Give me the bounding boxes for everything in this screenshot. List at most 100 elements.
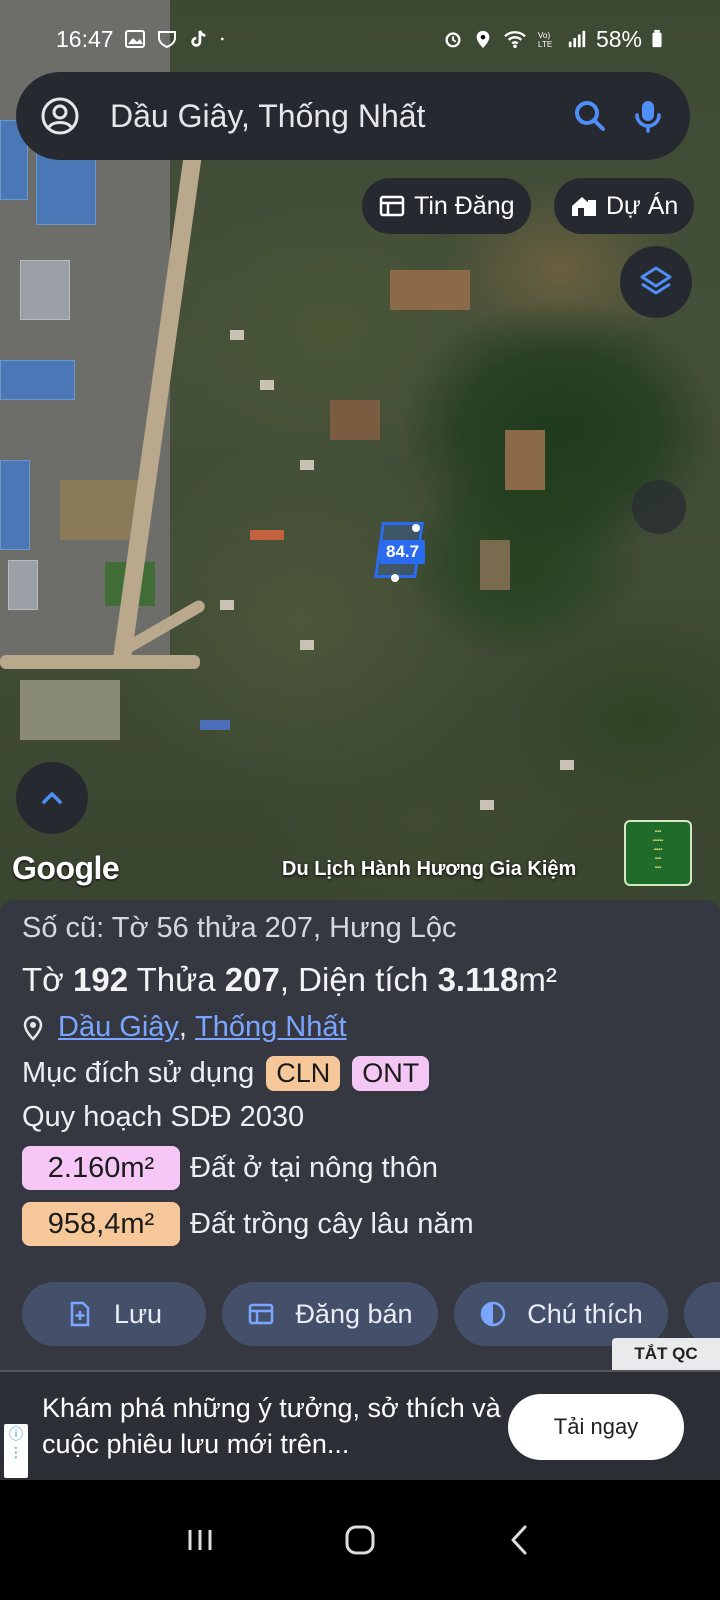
zone-type-label: Đất trồng cây lâu năm [190, 1207, 474, 1240]
parcel-number: 207 [224, 961, 280, 998]
floating-button-placeholder[interactable] [632, 480, 686, 534]
zone-area-value: 2.160m² [22, 1146, 180, 1190]
purpose-badge-cln: CLN [266, 1056, 341, 1091]
map-building [8, 560, 38, 610]
save-button-label: Lưu [113, 1298, 163, 1329]
tiktok-icon [190, 30, 206, 47]
map-building [0, 360, 75, 400]
volte-icon: Vo)LTE [538, 31, 553, 49]
post-sale-button-label: Đăng bán [295, 1298, 413, 1329]
ad-info-icon[interactable]: ⓘ ⋮ [4, 1424, 28, 1478]
action-buttons: Lưu Đăng bán Chú thích [22, 1282, 720, 1346]
map-field [480, 540, 510, 590]
search-icon[interactable] [572, 98, 608, 134]
map-house [300, 640, 314, 650]
save-button[interactable]: Lưu [22, 1282, 206, 1346]
dot-icon [220, 37, 224, 41]
map-field [330, 400, 380, 440]
map-house [260, 380, 274, 390]
ad-text: Khám phá những ý tưởng, sở thích và cuộc… [42, 1393, 501, 1459]
map-house [230, 330, 244, 340]
account-icon[interactable] [40, 96, 80, 136]
map-field [20, 680, 120, 740]
battery-percent: 58% [595, 25, 642, 52]
parcel-label-text: Thửa [136, 961, 216, 998]
legend-button[interactable]: Chú thích [454, 1282, 668, 1346]
zone-area-value: 958,4m² [22, 1202, 180, 1246]
map-house [480, 800, 494, 810]
map-house [300, 460, 314, 470]
mic-icon[interactable] [630, 98, 666, 134]
map-building [36, 150, 96, 225]
ad-banner[interactable]: ⓘ ⋮ Khám phá những ý tưởng, sở thích và c… [0, 1370, 720, 1480]
gallery-icon [124, 30, 145, 48]
expand-panel-button[interactable] [16, 762, 88, 834]
chevron-up-icon [42, 792, 62, 804]
search-input[interactable]: Dầu Giây, Thống Nhất [110, 98, 550, 135]
parcel-location: Dầu Giây, Thống Nhất [22, 1011, 698, 1044]
svg-text:LTE: LTE [538, 40, 553, 49]
location-pin-icon [23, 1015, 43, 1041]
area-label: , Diện tích [279, 961, 429, 998]
google-logo: Google [12, 850, 120, 886]
parcel-info-panel: Số cũ: Tờ 56 thửa 207, Hưng Lộc Tờ 192 T… [0, 900, 720, 1370]
navigation-bar [0, 1480, 720, 1600]
layers-icon [640, 266, 672, 295]
map-building [20, 260, 70, 320]
listings-icon [379, 195, 405, 217]
save-doc-icon [70, 1301, 90, 1327]
projects-icon [572, 197, 596, 216]
search-bar[interactable]: Dầu Giây, Thống Nhất [16, 72, 690, 160]
post-sale-button[interactable]: Đăng bán [222, 1282, 438, 1346]
map-house [200, 720, 230, 730]
contrast-icon [480, 1301, 506, 1327]
purpose-badge-ont: ONT [352, 1056, 430, 1091]
ad-off-button[interactable]: TẮT QC [612, 1338, 720, 1370]
parcel-vertex [391, 574, 399, 582]
map-ad-thumbnail[interactable]: ▪▪▪ ▪▪▪▪▪ ▪▪▪▪ ▪▪▪ ▪▪▪ [624, 820, 692, 886]
layers-button[interactable] [620, 246, 692, 318]
legend-button-label: Chú thích [527, 1298, 643, 1329]
location-link-district[interactable]: Dầu Giây [58, 1011, 179, 1044]
map-house [560, 760, 574, 770]
old-parcel-info: Số cũ: Tờ 56 thửa 207, Hưng Lộc [22, 912, 457, 944]
map-house [220, 600, 234, 610]
ad-install-button[interactable]: Tải ngay [508, 1394, 684, 1460]
map-road [0, 655, 200, 669]
listings-chip[interactable]: Tin Đăng [362, 178, 531, 234]
post-listing-icon [249, 1303, 274, 1325]
zone-row: 2.160m² Đất ở tại nông thôn [22, 1146, 698, 1190]
map-field [60, 480, 140, 540]
status-bar: 16:47 Vo) LTE 58% [0, 20, 720, 58]
projects-chip-label: Dự Án [606, 191, 679, 220]
map-field [505, 430, 545, 490]
land-use-purpose: Mục đích sử dụng CLN ONT [22, 1056, 698, 1091]
sheet-label: Tờ [22, 961, 64, 998]
wifi-icon [504, 31, 526, 49]
back-icon[interactable] [502, 1522, 538, 1558]
status-time: 16:47 [56, 25, 114, 52]
recent-apps-icon[interactable] [182, 1522, 218, 1558]
parcel-vertex [412, 524, 420, 532]
location-link-province[interactable]: Thống Nhất [195, 1011, 347, 1044]
map-place-caption[interactable]: Du Lịch Hành Hương Gia Kiệm [282, 858, 576, 881]
map-house [250, 530, 284, 540]
signal-icon [568, 30, 586, 48]
location-separator: , [178, 1011, 187, 1043]
alarm-icon [445, 32, 461, 48]
battery-icon [652, 29, 662, 48]
more-actions-button[interactable] [684, 1282, 720, 1346]
projects-chip[interactable]: Dự Án [554, 178, 695, 234]
sheet-number: 192 [72, 961, 129, 998]
location-icon [476, 30, 490, 49]
planning-label: Quy hoạch SDĐ 2030 [22, 1101, 305, 1133]
map-field [390, 270, 470, 310]
parcel-summary: Tờ 192 Thửa 207, Diện tích 3.118m² [22, 961, 698, 999]
area-unit: m² [518, 961, 557, 998]
area-value: 3.118 [437, 961, 519, 998]
zone-type-label: Đất ở tại nông thôn [190, 1151, 438, 1184]
parcel-label: 84.7 [380, 540, 426, 564]
purpose-label: Mục đích sử dụng [22, 1057, 255, 1089]
zone-row: 958,4m² Đất trồng cây lâu năm [22, 1202, 698, 1246]
home-icon[interactable] [342, 1522, 378, 1558]
